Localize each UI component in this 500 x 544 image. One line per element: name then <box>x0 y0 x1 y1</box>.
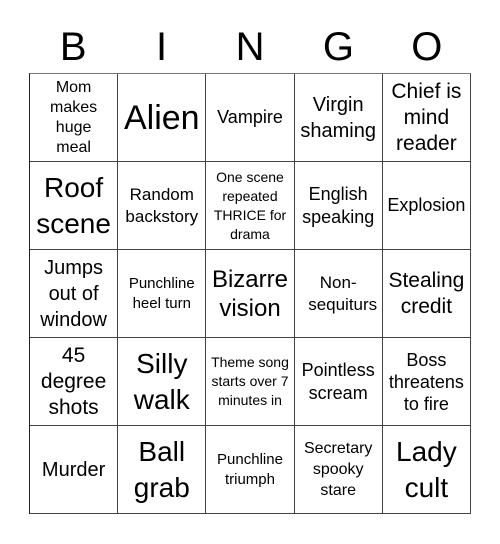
bingo-cell[interactable]: Punchline triumph <box>206 426 295 514</box>
bingo-cell[interactable]: Lady cult <box>382 426 471 514</box>
bingo-cell[interactable]: English speaking <box>294 162 383 250</box>
bingo-cell[interactable]: Non-sequiturs <box>294 250 383 338</box>
bingo-cell[interactable]: Explosion <box>382 162 471 250</box>
cell-text: Secretary spooky stare <box>303 440 373 499</box>
cell-text: Explosion <box>387 195 466 215</box>
bingo-cell[interactable]: Chief is mind reader <box>382 74 471 162</box>
bingo-cell[interactable]: One scene repeated THRICE for drama <box>206 162 295 250</box>
cell-text: 45 degree shots <box>40 343 107 419</box>
bingo-cell[interactable]: Bizarre vision <box>206 250 295 338</box>
bingo-grid: Mom makes huge meal Alien Vampire Virgin… <box>29 73 471 514</box>
cell-text: Punchline heel turn <box>128 274 195 312</box>
bingo-cell[interactable]: Roof scene <box>30 162 119 250</box>
cell-text: Boss threatens to fire <box>388 349 464 414</box>
cell-text: Roof scene <box>36 171 111 239</box>
bingo-header: B I N G O <box>29 22 471 72</box>
bingo-cell[interactable]: Random backstory <box>118 162 207 250</box>
cell-text: Alien <box>123 98 200 137</box>
bingo-cell[interactable]: 45 degree shots <box>30 338 119 426</box>
header-letter-n: N <box>235 25 265 69</box>
bingo-cell[interactable]: Mom makes huge meal <box>30 74 119 162</box>
cell-text: Ball grab <box>133 435 190 503</box>
bingo-cell[interactable]: Ball grab <box>118 426 207 514</box>
bingo-cell[interactable]: Virgin shaming <box>294 74 383 162</box>
bingo-cell[interactable]: Vampire <box>206 74 295 162</box>
cell-text: Punchline triumph <box>217 450 283 488</box>
cell-text: Jumps out of window <box>40 256 107 331</box>
bingo-cell[interactable]: Pointless scream <box>294 338 383 426</box>
bingo-cell[interactable]: Alien <box>118 74 207 162</box>
cell-text: Vampire <box>217 107 283 127</box>
header-letter-g: G <box>322 25 354 69</box>
cell-text: Stealing credit <box>388 268 465 318</box>
bingo-cell[interactable]: Murder <box>30 426 119 514</box>
cell-text: English speaking <box>302 183 375 227</box>
bingo-cell[interactable]: Stealing credit <box>382 250 471 338</box>
bingo-cell[interactable]: Jumps out of window <box>30 250 119 338</box>
cell-text: Virgin shaming <box>300 93 376 142</box>
cell-text: Pointless scream <box>301 359 375 403</box>
cell-text: Random backstory <box>125 184 199 226</box>
cell-text: Mom makes huge meal <box>50 78 98 156</box>
cell-text: Lady cult <box>396 435 457 503</box>
cell-text: Theme song starts over 7 minutes in <box>211 354 289 408</box>
header-letter-o: O <box>411 25 443 69</box>
cell-text: Chief is mind reader <box>391 79 462 155</box>
cell-text: Murder <box>41 458 106 481</box>
cell-text: Silly walk <box>133 347 190 415</box>
header-letter-i: I <box>156 25 168 69</box>
cell-text: Non-sequiturs <box>308 272 378 314</box>
bingo-cell[interactable]: Theme song starts over 7 minutes in <box>206 338 295 426</box>
bingo-cell[interactable]: Punchline heel turn <box>118 250 207 338</box>
bingo-cell[interactable]: Boss threatens to fire <box>382 338 471 426</box>
bingo-cell[interactable]: Secretary spooky stare <box>294 426 383 514</box>
cell-text: Bizarre vision <box>211 265 288 322</box>
cell-text: One scene repeated THRICE for drama <box>213 168 287 242</box>
header-letter-b: B <box>59 25 87 69</box>
bingo-cell[interactable]: Silly walk <box>118 338 207 426</box>
